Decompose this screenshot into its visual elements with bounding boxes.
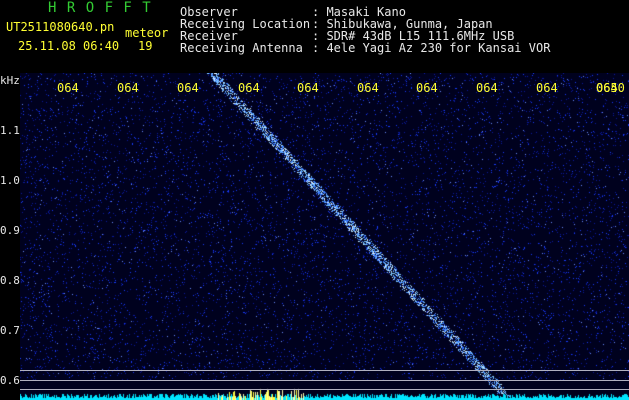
marker-line-mid	[20, 380, 629, 381]
x-tick: 064	[536, 81, 558, 95]
count-label: 19	[138, 39, 153, 53]
x-tick: 064	[57, 81, 79, 95]
y-tick: 0.9	[0, 224, 20, 237]
filename-label: UT2511080640.pn	[6, 20, 115, 34]
antenna-key: Receiving Antenna	[180, 41, 303, 55]
x-tick-last: 0650	[596, 81, 625, 95]
unit-label: kHz	[0, 74, 20, 87]
x-tick: 064	[357, 81, 379, 95]
antenna-value: : 4ele Yagi Az 230 for Kansai VOR	[312, 41, 551, 55]
x-tick: 064	[117, 81, 139, 95]
y-tick: 0.6	[0, 374, 20, 387]
app-title: H R O F F T	[48, 0, 152, 16]
spectrogram-canvas	[20, 73, 629, 400]
x-tick: 064	[177, 81, 199, 95]
x-tick: 064	[476, 81, 498, 95]
timestamp-label: 25.11.08 06:40	[18, 39, 120, 53]
spectrogram	[20, 73, 629, 400]
y-tick: 1.0	[0, 174, 20, 187]
x-tick: 064	[416, 81, 438, 95]
y-tick: 0.7	[0, 324, 20, 337]
meteor-label: meteor	[125, 26, 169, 40]
y-tick: 0.8	[0, 274, 20, 287]
x-tick: 064	[297, 81, 319, 95]
header-panel: H R O F F T UT2511080640.pn meteor 25.11…	[0, 0, 629, 73]
y-tick: 1.1	[0, 124, 20, 137]
x-tick: 064	[238, 81, 260, 95]
marker-line-bottom	[20, 389, 629, 390]
marker-line-top	[20, 370, 629, 371]
